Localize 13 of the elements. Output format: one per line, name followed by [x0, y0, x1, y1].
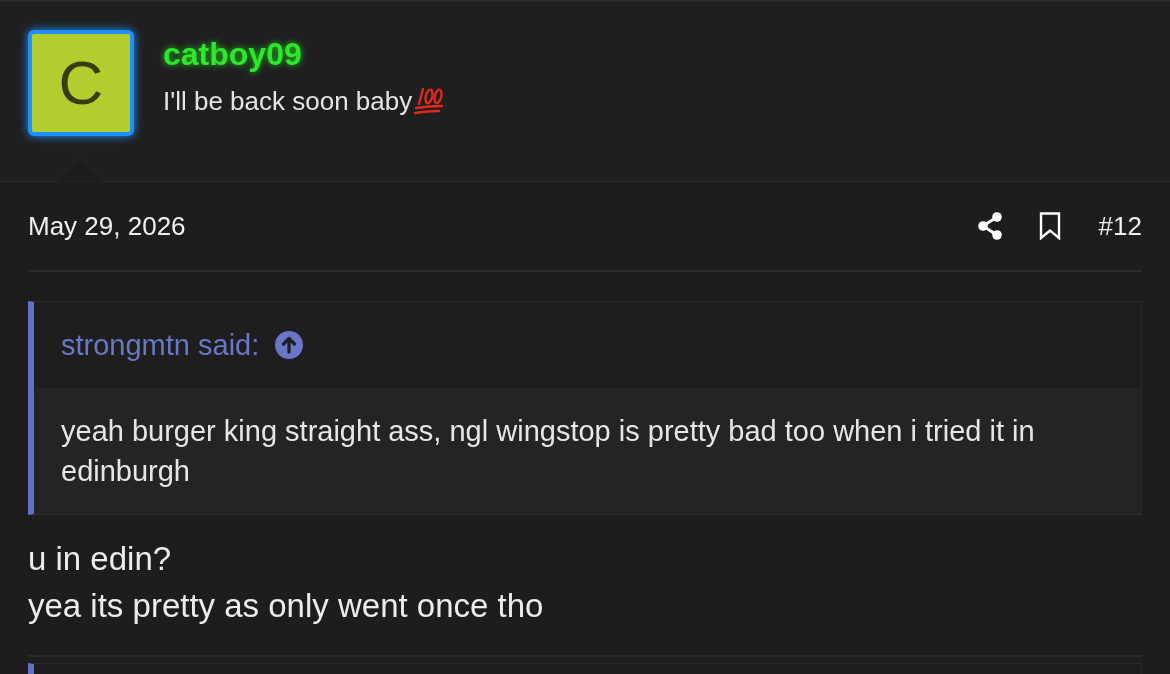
message-text: u in edin?	[28, 539, 173, 579]
avatar[interactable]: C	[28, 30, 134, 136]
status-text: I'll be back soon baby	[163, 86, 413, 116]
message-text: yea its pretty as only went once tho	[28, 586, 545, 626]
share-icon[interactable]	[976, 212, 1003, 240]
post-date-link[interactable]: May 29, 2026	[28, 210, 186, 242]
up-arrow-circle-icon[interactable]	[275, 331, 304, 359]
hundred-points-icon	[414, 87, 445, 115]
bookmark-icon[interactable]	[1038, 212, 1061, 240]
post-number-link[interactable]: #12	[1098, 210, 1142, 242]
username-link[interactable]: catboy09	[163, 34, 445, 74]
quote-author-link[interactable]: strongmtn said:	[61, 328, 260, 362]
quote-text: yeah burger king straight ass, ngl wingstop is pretty bad too when i tried it in edinburgh	[61, 414, 1036, 489]
